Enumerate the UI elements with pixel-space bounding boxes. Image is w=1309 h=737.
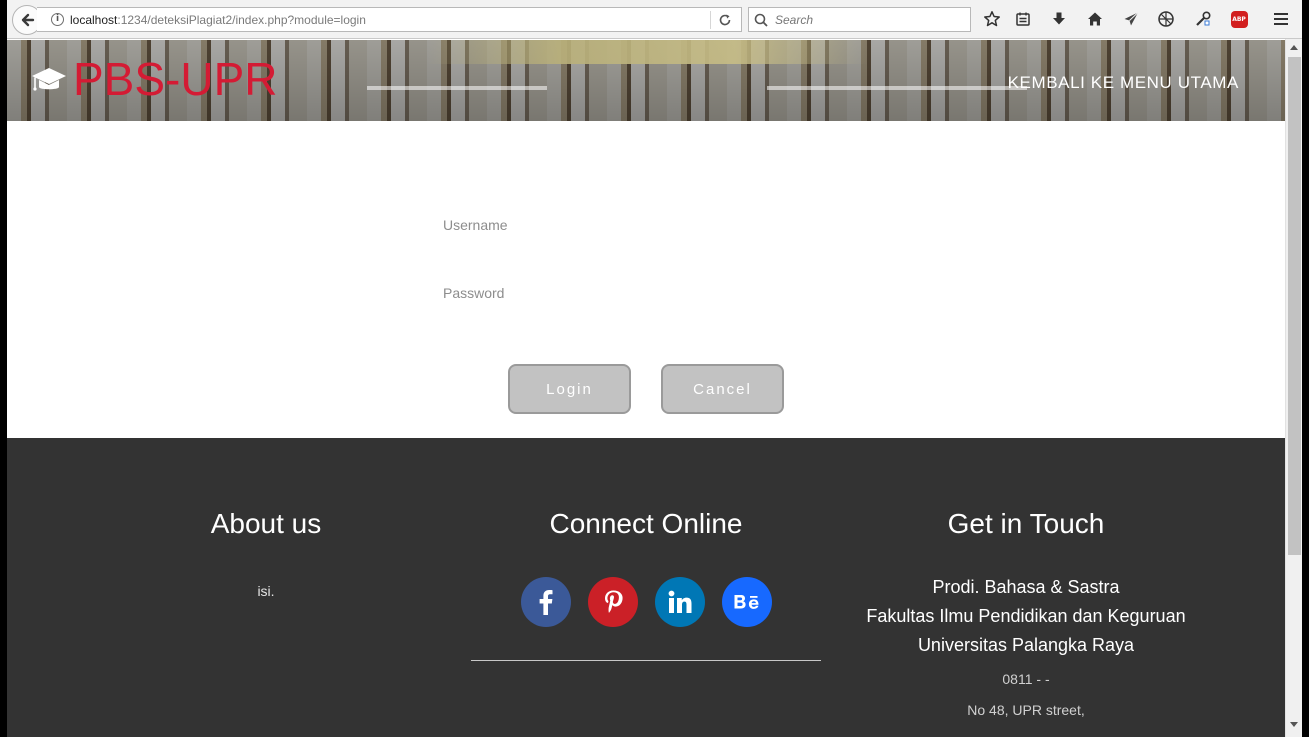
scroll-up-arrow-icon[interactable] <box>1290 45 1298 50</box>
reading-list-icon[interactable] <box>1012 8 1034 30</box>
bookmark-star-icon[interactable] <box>981 8 1003 30</box>
connect-online-heading: Connect Online <box>549 508 743 539</box>
login-form: Login Cancel <box>7 121 1285 438</box>
facebook-icon[interactable] <box>521 577 571 627</box>
scrollbar-thumb[interactable] <box>1288 57 1301 555</box>
get-in-touch-heading: Get in Touch <box>947 508 1105 539</box>
header-background-image <box>427 40 867 64</box>
hamburger-menu-icon[interactable] <box>1270 8 1292 30</box>
url-path: :1234/deteksiPlagiat2/index.php?module=l… <box>117 12 366 27</box>
linkedin-icon[interactable] <box>655 577 705 627</box>
adblock-label: ABP <box>1230 10 1248 28</box>
home-icon[interactable] <box>1084 8 1106 30</box>
password-input[interactable] <box>443 279 843 307</box>
behance-icon[interactable] <box>722 577 772 627</box>
extension-tools-icon[interactable] <box>1192 8 1214 30</box>
search-input[interactable] <box>775 12 965 27</box>
reload-icon[interactable] <box>715 10 735 30</box>
search-bar[interactable] <box>748 7 971 32</box>
site-info-icon[interactable]: i <box>51 13 64 26</box>
download-icon[interactable] <box>1048 8 1070 30</box>
password-field-wrapper <box>443 279 843 307</box>
send-icon[interactable] <box>1120 8 1142 30</box>
footer-divider <box>471 660 821 661</box>
social-links <box>521 577 772 627</box>
url-host: localhost <box>70 12 118 27</box>
back-arrow-icon <box>21 13 35 27</box>
browser-toolbar: i localhost:1234/deteksiPlagiat2/index.p… <box>7 0 1302 39</box>
site-logo[interactable]: PBS-UPR <box>31 56 277 102</box>
contact-department: Prodi. Bahasa & Sastra <box>932 577 1120 597</box>
login-button[interactable]: Login <box>508 364 631 414</box>
scroll-down-arrow-icon[interactable] <box>1290 722 1298 727</box>
site-footer: About us isi. Connect Online Get in Touc… <box>7 438 1285 737</box>
browser-window: i localhost:1234/deteksiPlagiat2/index.p… <box>7 0 1302 737</box>
contact-address: No 48, UPR street, <box>967 702 1085 718</box>
graduation-cap-icon <box>32 68 66 91</box>
url-text[interactable]: localhost:1234/deteksiPlagiat2/index.php… <box>70 13 366 27</box>
vertical-scrollbar[interactable] <box>1285 39 1302 737</box>
contact-phone: 0811 - - <box>1002 671 1050 687</box>
pinterest-icon[interactable] <box>588 577 638 627</box>
header-shelf-decoration <box>767 86 1027 90</box>
site-header: PBS-UPR KEMBALI KE MENU UTAMA <box>7 40 1285 121</box>
about-us-text: isi. <box>257 583 275 599</box>
search-icon <box>754 13 768 27</box>
back-to-main-menu-link[interactable]: KEMBALI KE MENU UTAMA <box>1008 73 1239 93</box>
header-shelf-decoration <box>367 86 547 90</box>
contact-faculty: Fakultas Ilmu Pendidikan dan Keguruan <box>866 606 1186 626</box>
logo-text: PBS-UPR <box>73 53 278 105</box>
cancel-button[interactable]: Cancel <box>661 364 784 414</box>
username-field-wrapper <box>443 211 843 239</box>
web-page: PBS-UPR KEMBALI KE MENU UTAMA Login Canc… <box>7 40 1285 737</box>
contact-university: Universitas Palangka Raya <box>917 635 1135 655</box>
web-developer-icon[interactable] <box>1155 8 1177 30</box>
username-input[interactable] <box>443 211 843 239</box>
url-separator <box>710 11 711 29</box>
about-us-heading: About us <box>210 508 322 539</box>
adblock-plus-icon[interactable]: ABP <box>1228 8 1250 30</box>
address-bar[interactable]: i localhost:1234/deteksiPlagiat2/index.p… <box>37 7 742 32</box>
contact-info: Prodi. Bahasa & Sastra Fakultas Ilmu Pen… <box>846 573 1206 726</box>
